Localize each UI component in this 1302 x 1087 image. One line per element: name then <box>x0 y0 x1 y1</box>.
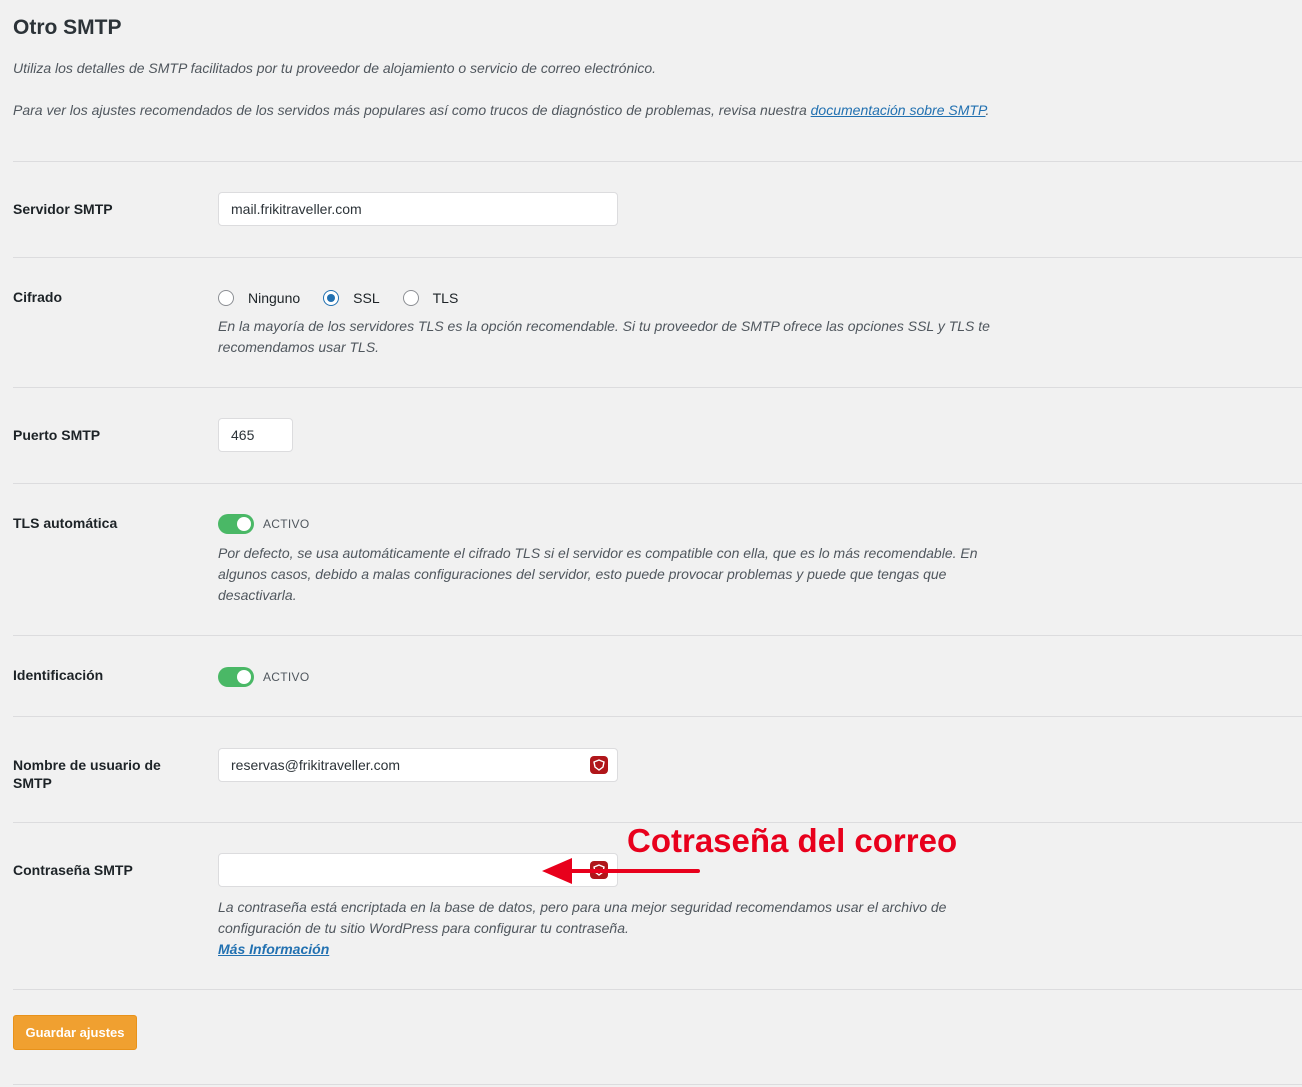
auto-tls-description: Por defecto, se usa automáticamente el c… <box>218 545 978 603</box>
intro-docs-text: Para ver los ajustes recomendados de los… <box>13 102 811 118</box>
authentication-toggle[interactable] <box>218 667 254 687</box>
divider <box>13 387 1302 388</box>
radio-none-label: Ninguno <box>248 290 301 306</box>
smtp-port-input[interactable] <box>218 418 293 452</box>
radio-tls[interactable] <box>402 290 419 306</box>
divider <box>13 716 1302 717</box>
radio-ssl-label: SSL <box>353 290 380 306</box>
more-info-link[interactable]: Más Información <box>218 941 329 957</box>
authentication-toggle-wrap: ACTIVO <box>218 667 309 687</box>
smtp-password-label: Contraseña SMTP <box>13 862 133 878</box>
smtp-username-label: Nombre de usuario de SMTP <box>13 757 161 791</box>
smtp-username-input[interactable] <box>218 748 618 782</box>
lastpass-icon[interactable] <box>590 756 608 774</box>
intro-docs-paragraph: Para ver los ajustes recomendados de los… <box>13 100 1003 121</box>
smtp-docs-link[interactable]: documentación sobre SMTP <box>811 102 986 118</box>
auto-tls-toggle[interactable] <box>218 514 254 534</box>
encryption-option-tls[interactable]: TLS <box>402 290 459 306</box>
intro-description: Utiliza los detalles de SMTP facilitados… <box>13 60 657 76</box>
encryption-description: En la mayoría de los servidores TLS es l… <box>218 318 990 355</box>
encryption-option-ssl[interactable]: SSL <box>323 290 380 306</box>
divider <box>13 635 1302 636</box>
encryption-option-none[interactable]: Ninguno <box>218 290 300 306</box>
section-title: Otro SMTP <box>13 16 122 39</box>
intro-docs-end: . <box>985 102 990 118</box>
auto-tls-toggle-wrap: ACTIVO <box>218 514 309 534</box>
smtp-settings-page: Otro SMTP Utiliza los detalles de SMTP f… <box>0 0 1302 1087</box>
divider <box>13 1084 1302 1085</box>
auto-tls-label: TLS automática <box>13 515 118 531</box>
authentication-label: Identificación <box>13 667 104 683</box>
annotation-arrow-icon <box>542 858 700 884</box>
radio-tls-label: TLS <box>432 290 459 306</box>
authentication-state: ACTIVO <box>263 670 310 684</box>
encryption-label: Cifrado <box>13 289 62 305</box>
divider <box>13 161 1302 162</box>
save-settings-button[interactable]: Guardar ajustes <box>13 1015 137 1050</box>
password-annotation: Cotraseña del correo <box>627 822 958 859</box>
smtp-port-label: Puerto SMTP <box>13 427 101 443</box>
lastpass-glyph <box>593 759 605 771</box>
smtp-password-description: La contraseña está encriptada en la base… <box>218 899 947 936</box>
divider <box>13 989 1302 990</box>
radio-ssl[interactable] <box>323 290 340 306</box>
divider <box>13 483 1302 484</box>
divider <box>13 257 1302 258</box>
encryption-radio-group: Ninguno SSL TLS <box>218 287 481 309</box>
smtp-server-label: Servidor SMTP <box>13 201 113 217</box>
smtp-server-input[interactable] <box>218 192 618 226</box>
more-info-paragraph: Más Información <box>218 939 1018 960</box>
auto-tls-state: ACTIVO <box>263 517 310 531</box>
radio-none[interactable] <box>218 290 234 306</box>
